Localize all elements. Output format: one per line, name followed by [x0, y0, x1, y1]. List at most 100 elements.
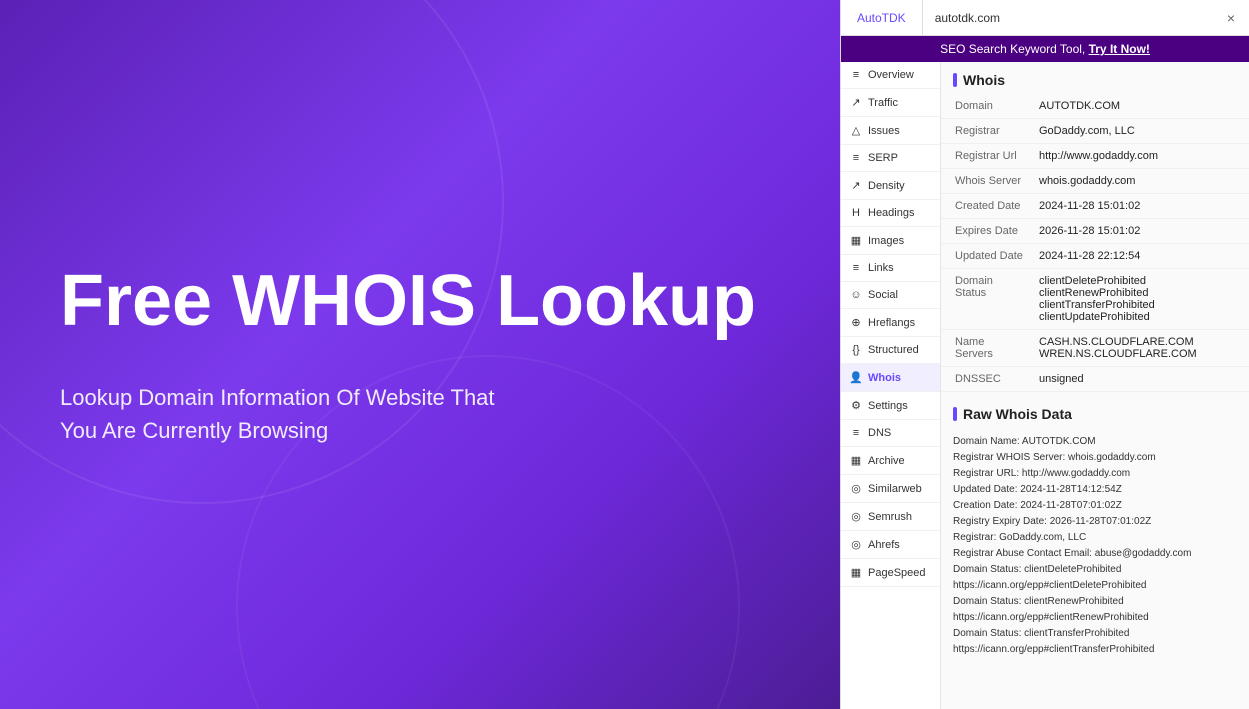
sidebar-label-headings: Headings [868, 207, 914, 219]
semrush-icon: ◎ [849, 510, 863, 523]
sidebar-item-pagespeed[interactable]: ▦ PageSpeed [841, 559, 940, 587]
whois-value-registrar-url: http://www.godaddy.com [1031, 144, 1249, 169]
whois-label-registrar: Registrar [941, 119, 1031, 144]
whois-label-nameservers: Name Servers [941, 330, 1031, 367]
whois-row-status: Domain Status clientDeleteProhibited cli… [941, 269, 1249, 330]
whois-row-whois-server: Whois Server whois.godaddy.com [941, 169, 1249, 194]
hero-section: Free WHOIS Lookup Lookup Domain Informat… [0, 0, 840, 709]
sidebar-label-links: Links [868, 262, 894, 274]
headings-icon: H [849, 207, 863, 219]
seo-bar: SEO Search Keyword Tool, Try It Now! [841, 36, 1249, 62]
traffic-icon: ↗ [849, 96, 863, 109]
whois-row-expires: Expires Date 2026-11-28 15:01:02 [941, 219, 1249, 244]
right-panel: AutoTDK autotdk.com × SEO Search Keyword… [840, 0, 1249, 709]
sidebar-label-issues: Issues [868, 125, 900, 137]
sidebar: ≡ Overview ↗ Traffic △ Issues ≡ SERP ↗ D… [841, 62, 941, 709]
ahrefs-icon: ◎ [849, 538, 863, 551]
sidebar-item-images[interactable]: ▦ Images [841, 227, 940, 255]
social-icon: ☺ [849, 289, 863, 301]
sidebar-item-overview[interactable]: ≡ Overview [841, 62, 940, 89]
sidebar-item-archive[interactable]: ▦ Archive [841, 447, 940, 475]
hero-subtitle-line2: You Are Currently Browsing [60, 418, 328, 443]
hreflangs-icon: ⊕ [849, 316, 863, 329]
settings-icon: ⚙ [849, 399, 863, 412]
whois-value-created: 2024-11-28 15:01:02 [1031, 194, 1249, 219]
sidebar-item-structured[interactable]: {} Structured [841, 337, 940, 364]
whois-label-domain: Domain [941, 94, 1031, 119]
whois-label-whois-server: Whois Server [941, 169, 1031, 194]
archive-icon: ▦ [849, 454, 863, 467]
sidebar-item-semrush[interactable]: ◎ Semrush [841, 503, 940, 531]
sidebar-item-dns[interactable]: ≡ DNS [841, 420, 940, 447]
sidebar-item-density[interactable]: ↗ Density [841, 172, 940, 200]
sidebar-label-similarweb: Similarweb [868, 483, 922, 495]
sidebar-label-images: Images [868, 235, 904, 247]
whois-icon: 👤 [849, 371, 863, 384]
whois-label-dnssec: DNSSEC [941, 367, 1031, 392]
raw-whois-title: Raw Whois Data [941, 396, 1249, 428]
sidebar-label-semrush: Semrush [868, 511, 912, 523]
tab-autotdk[interactable]: AutoTDK [841, 0, 923, 35]
sidebar-label-density: Density [868, 180, 905, 192]
sidebar-item-ahrefs[interactable]: ◎ Ahrefs [841, 531, 940, 559]
hero-title: Free WHOIS Lookup [60, 262, 780, 341]
sidebar-label-ahrefs: Ahrefs [868, 539, 900, 551]
serp-icon: ≡ [849, 152, 863, 164]
whois-label-created: Created Date [941, 194, 1031, 219]
whois-value-domain: AUTOTDK.COM [1031, 94, 1249, 119]
sidebar-item-hreflangs[interactable]: ⊕ Hreflangs [841, 309, 940, 337]
issues-icon: △ [849, 124, 863, 137]
whois-row-created: Created Date 2024-11-28 15:01:02 [941, 194, 1249, 219]
sidebar-item-serp[interactable]: ≡ SERP [841, 145, 940, 172]
raw-whois-section: Raw Whois Data Domain Name: AUTOTDK.COM … [941, 396, 1249, 664]
whois-row-updated: Updated Date 2024-11-28 22:12:54 [941, 244, 1249, 269]
whois-row-registrar-url: Registrar Url http://www.godaddy.com [941, 144, 1249, 169]
seo-bar-text: SEO Search Keyword Tool, [940, 42, 1089, 56]
hero-subtitle-line1: Lookup Domain Information Of Website Tha… [60, 385, 495, 410]
seo-bar-link[interactable]: Try It Now! [1089, 42, 1150, 56]
pagespeed-icon: ▦ [849, 566, 863, 579]
sidebar-label-overview: Overview [868, 69, 914, 81]
whois-row-domain: Domain AUTOTDK.COM [941, 94, 1249, 119]
whois-value-whois-server: whois.godaddy.com [1031, 169, 1249, 194]
close-icon[interactable]: × [1213, 0, 1249, 35]
whois-row-dnssec: DNSSEC unsigned [941, 367, 1249, 392]
whois-label-status: Domain Status [941, 269, 1031, 330]
similarweb-icon: ◎ [849, 482, 863, 495]
sidebar-item-issues[interactable]: △ Issues [841, 117, 940, 145]
whois-section-title: Whois [941, 62, 1249, 94]
whois-label-expires: Expires Date [941, 219, 1031, 244]
main-content: Whois Domain AUTOTDK.COM Registrar GoDad… [941, 62, 1249, 709]
sidebar-item-similarweb[interactable]: ◎ Similarweb [841, 475, 940, 503]
tab-domain[interactable]: autotdk.com [923, 0, 1213, 35]
sidebar-item-traffic[interactable]: ↗ Traffic [841, 89, 940, 117]
sidebar-item-whois[interactable]: 👤 Whois [841, 364, 940, 392]
whois-value-status: clientDeleteProhibited clientRenewProhib… [1031, 269, 1249, 330]
sidebar-item-headings[interactable]: H Headings [841, 200, 940, 227]
sidebar-item-links[interactable]: ≡ Links [841, 255, 940, 282]
sidebar-label-hreflangs: Hreflangs [868, 317, 915, 329]
sidebar-label-serp: SERP [868, 152, 898, 164]
panel-body: ≡ Overview ↗ Traffic △ Issues ≡ SERP ↗ D… [841, 62, 1249, 709]
whois-value-nameservers: CASH.NS.CLOUDFLARE.COM WREN.NS.CLOUDFLAR… [1031, 330, 1249, 367]
density-icon: ↗ [849, 179, 863, 192]
sidebar-label-pagespeed: PageSpeed [868, 567, 926, 579]
whois-value-expires: 2026-11-28 15:01:02 [1031, 219, 1249, 244]
whois-value-dnssec: unsigned [1031, 367, 1249, 392]
panel-tabs: AutoTDK autotdk.com × [841, 0, 1249, 36]
whois-row-nameservers: Name Servers CASH.NS.CLOUDFLARE.COM WREN… [941, 330, 1249, 367]
sidebar-label-traffic: Traffic [868, 97, 898, 109]
whois-table: Domain AUTOTDK.COM Registrar GoDaddy.com… [941, 94, 1249, 392]
raw-whois-content: Domain Name: AUTOTDK.COM Registrar WHOIS… [941, 428, 1249, 664]
sidebar-label-whois: Whois [868, 372, 901, 384]
whois-value-updated: 2024-11-28 22:12:54 [1031, 244, 1249, 269]
whois-label-registrar-url: Registrar Url [941, 144, 1031, 169]
sidebar-item-social[interactable]: ☺ Social [841, 282, 940, 309]
sidebar-label-archive: Archive [868, 455, 905, 467]
sidebar-label-dns: DNS [868, 427, 891, 439]
sidebar-item-settings[interactable]: ⚙ Settings [841, 392, 940, 420]
links-icon: ≡ [849, 262, 863, 274]
dns-icon: ≡ [849, 427, 863, 439]
whois-value-registrar: GoDaddy.com, LLC [1031, 119, 1249, 144]
sidebar-label-social: Social [868, 289, 898, 301]
